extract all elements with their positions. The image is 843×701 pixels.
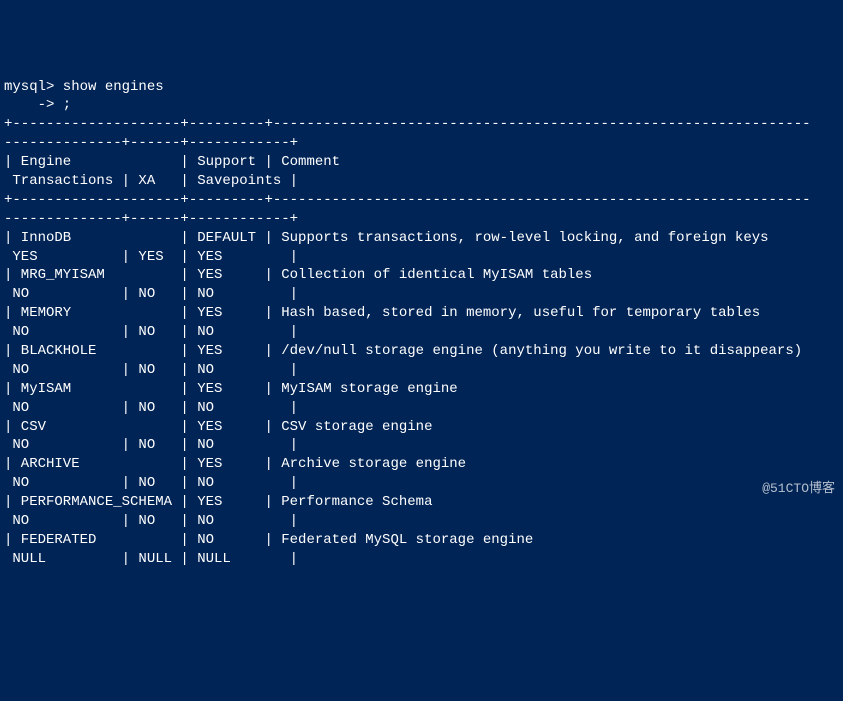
table-row: NO | NO | NO | bbox=[4, 400, 298, 416]
table-row: | PERFORMANCE_SCHEMA | YES | Performance… bbox=[4, 494, 432, 510]
divider-mid: --------------+------+------------+ bbox=[4, 211, 298, 227]
prompt-line-1: mysql> show engines bbox=[4, 79, 164, 95]
divider-top: +--------------------+---------+--------… bbox=[4, 116, 811, 132]
table-row: | CSV | YES | CSV storage engine bbox=[4, 419, 432, 435]
table-row: NULL | NULL | NULL | bbox=[4, 551, 298, 567]
table-row: | MyISAM | YES | MyISAM storage engine bbox=[4, 381, 458, 397]
table-row: NO | NO | NO | bbox=[4, 475, 298, 491]
table-row: NO | NO | NO | bbox=[4, 286, 298, 302]
divider-mid: --------------+------+------------+ bbox=[4, 135, 298, 151]
terminal-output[interactable]: mysql> show engines -> ; +--------------… bbox=[4, 78, 839, 569]
table-row: | InnoDB | DEFAULT | Supports transactio… bbox=[4, 230, 769, 246]
divider-top: +--------------------+---------+--------… bbox=[4, 192, 811, 208]
table-row: NO | NO | NO | bbox=[4, 437, 298, 453]
table-row: NO | NO | NO | bbox=[4, 362, 298, 378]
table-row: NO | NO | NO | bbox=[4, 324, 298, 340]
table-row: YES | YES | YES | bbox=[4, 249, 298, 265]
table-row: NO | NO | NO | bbox=[4, 513, 298, 529]
prompt-line-2: -> ; bbox=[4, 97, 71, 113]
header-line-2: Transactions | XA | Savepoints | bbox=[4, 173, 298, 189]
table-row: | ARCHIVE | YES | Archive storage engine bbox=[4, 456, 466, 472]
watermark: @51CTO博客 bbox=[762, 480, 835, 498]
table-row: | MRG_MYISAM | YES | Collection of ident… bbox=[4, 267, 592, 283]
table-row: | FEDERATED | NO | Federated MySQL stora… bbox=[4, 532, 533, 548]
header-line-1: | Engine | Support | Comment bbox=[4, 154, 340, 170]
table-row: | MEMORY | YES | Hash based, stored in m… bbox=[4, 305, 760, 321]
table-row: | BLACKHOLE | YES | /dev/null storage en… bbox=[4, 343, 802, 359]
